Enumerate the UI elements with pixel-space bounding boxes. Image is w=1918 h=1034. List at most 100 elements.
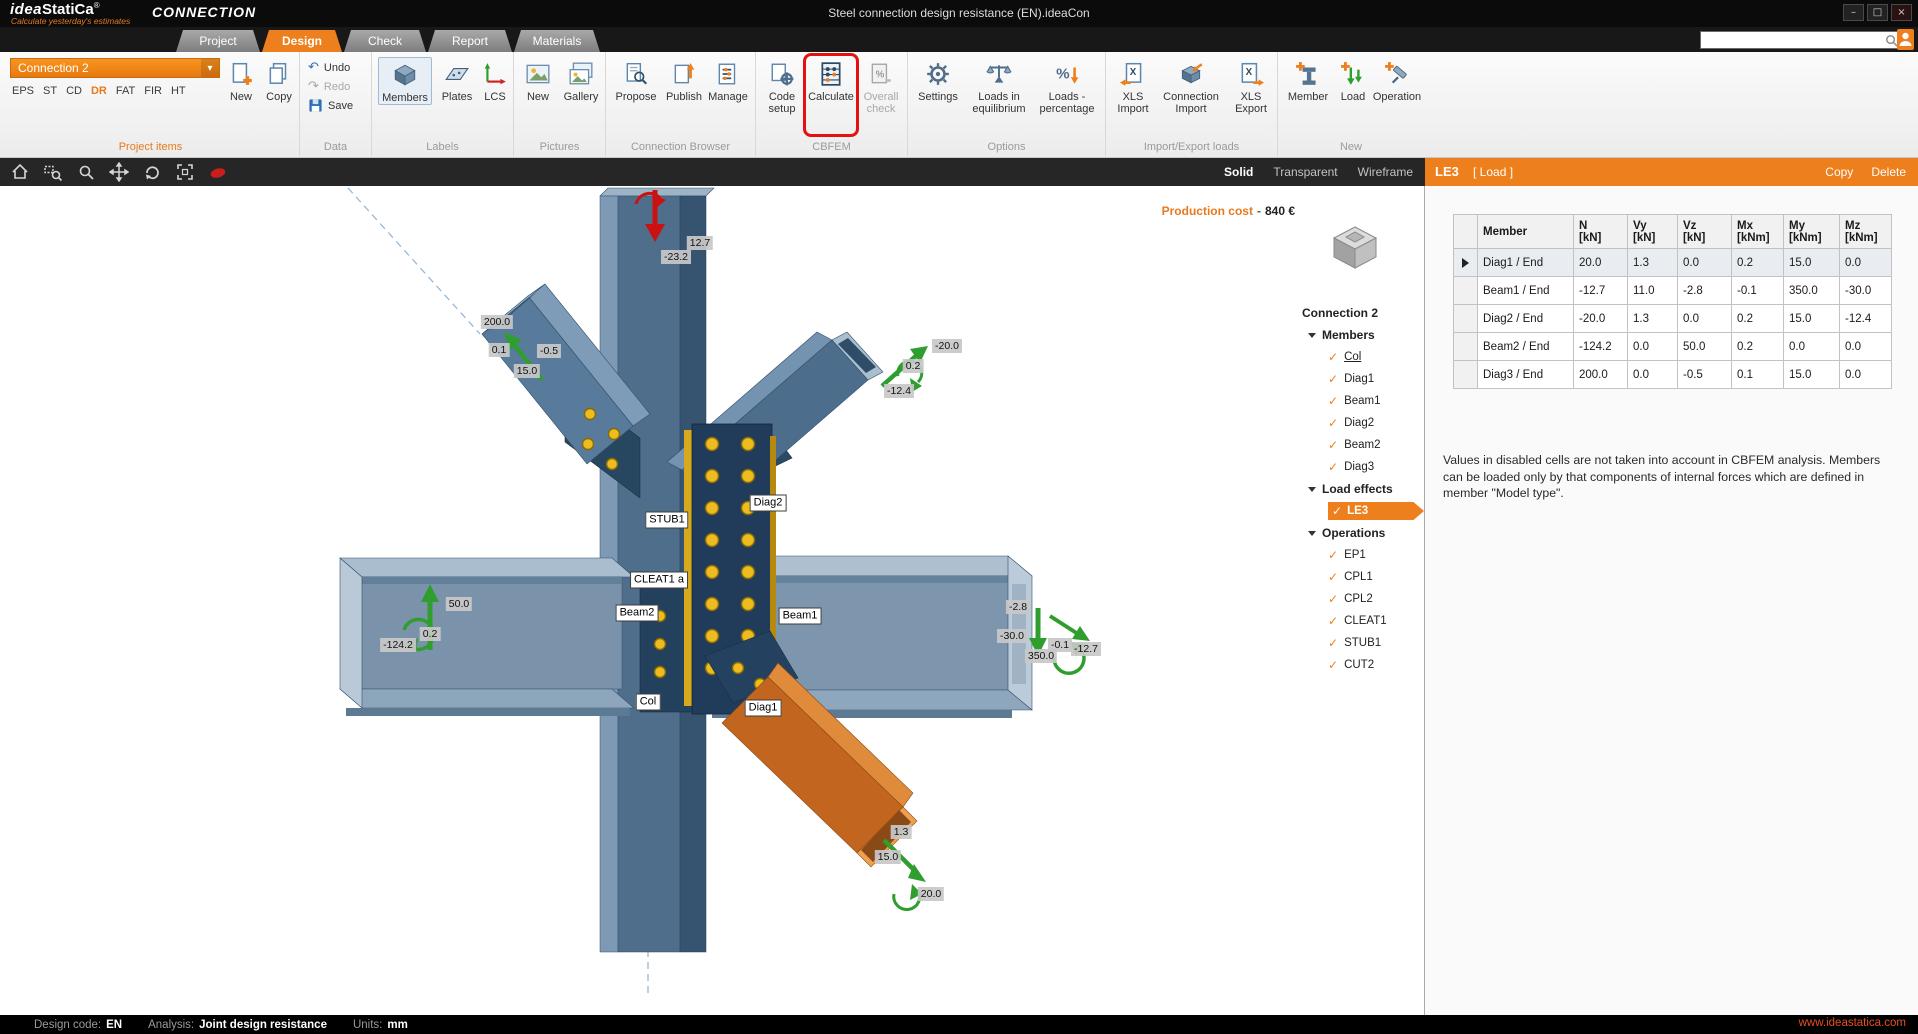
cell-member[interactable]: Diag1 / End bbox=[1478, 249, 1574, 277]
cell-mx[interactable]: 0.1 bbox=[1732, 361, 1784, 389]
manage-button[interactable]: Manage bbox=[706, 57, 750, 103]
cell-my[interactable]: 0.0 bbox=[1784, 333, 1840, 361]
new-load-button[interactable]: Load bbox=[1336, 57, 1370, 103]
tree-header-load-effects[interactable]: Load effects bbox=[1286, 478, 1425, 500]
zoom-window-icon[interactable] bbox=[43, 162, 63, 182]
check-icon[interactable]: ✓ bbox=[1328, 438, 1338, 452]
code-cd[interactable]: CD bbox=[66, 85, 82, 97]
table-row-diag1[interactable]: Diag1 / End 20.0 1.3 0.0 0.2 15.0 0.0 bbox=[1454, 249, 1892, 277]
connection-import-button[interactable]: Connection Import bbox=[1158, 57, 1224, 115]
render-mode-solid[interactable]: Solid bbox=[1224, 165, 1253, 179]
cell-n[interactable]: -12.7 bbox=[1574, 277, 1628, 305]
orientation-cube-icon[interactable] bbox=[1322, 220, 1388, 272]
annotate-tool-icon[interactable] bbox=[208, 162, 228, 182]
tree-item-col[interactable]: ✓Col bbox=[1286, 346, 1425, 368]
redo-button[interactable]: ↷ Redo bbox=[308, 78, 350, 95]
cell-member[interactable]: Beam2 / End bbox=[1478, 333, 1574, 361]
cell-n[interactable]: -20.0 bbox=[1574, 305, 1628, 333]
table-row-beam2[interactable]: Beam2 / End -124.2 0.0 50.0 0.2 0.0 0.0 bbox=[1454, 333, 1892, 361]
tree-item-stub1[interactable]: ✓STUB1 bbox=[1286, 632, 1425, 654]
xls-import-button[interactable]: X XLS Import bbox=[1110, 57, 1156, 115]
render-mode-wireframe[interactable]: Wireframe bbox=[1358, 165, 1413, 179]
cell-vy[interactable]: 1.3 bbox=[1628, 305, 1678, 333]
zoom-fit-icon[interactable] bbox=[175, 162, 195, 182]
code-fat[interactable]: FAT bbox=[116, 85, 135, 97]
tree-item-beam2[interactable]: ✓Beam2 bbox=[1286, 434, 1425, 456]
gallery-button[interactable]: Gallery bbox=[560, 57, 602, 103]
row-selector[interactable] bbox=[1454, 277, 1478, 305]
tree-header-members[interactable]: Members bbox=[1286, 324, 1425, 346]
tab-materials[interactable]: Materials bbox=[514, 30, 600, 52]
tree-root-connection[interactable]: Connection 2 bbox=[1286, 302, 1425, 324]
search-input[interactable] bbox=[1701, 34, 1884, 46]
row-selector[interactable] bbox=[1454, 305, 1478, 333]
cell-vz[interactable]: -0.5 bbox=[1678, 361, 1732, 389]
row-selector[interactable] bbox=[1454, 249, 1478, 277]
3d-viewport[interactable]: 12.7 -23.2 200.0 0.1 -0.5 15.0 -20.0 0.2… bbox=[0, 186, 1425, 1015]
publish-button[interactable]: Publish bbox=[662, 57, 706, 103]
new-operation-button[interactable]: Operation bbox=[1372, 57, 1422, 103]
cell-mz[interactable]: 0.0 bbox=[1840, 249, 1892, 277]
le3-selected-banner[interactable]: ✓LE3 bbox=[1328, 502, 1424, 520]
check-icon[interactable]: ✓ bbox=[1328, 350, 1338, 364]
cell-mx[interactable]: 0.2 bbox=[1732, 249, 1784, 277]
row-selector[interactable] bbox=[1454, 361, 1478, 389]
lcs-toggle[interactable]: LCS bbox=[480, 57, 510, 103]
settings-button[interactable]: Settings bbox=[914, 57, 962, 103]
cell-member[interactable]: Diag2 / End bbox=[1478, 305, 1574, 333]
expander-icon[interactable] bbox=[1308, 487, 1316, 492]
code-dr[interactable]: DR bbox=[91, 85, 107, 97]
pan-icon[interactable] bbox=[109, 162, 129, 182]
code-eps[interactable]: EPS bbox=[12, 85, 34, 97]
cell-vz[interactable]: 50.0 bbox=[1678, 333, 1732, 361]
tree-item-diag2[interactable]: ✓Diag2 bbox=[1286, 412, 1425, 434]
tree-item-cleat1[interactable]: ✓CLEAT1 bbox=[1286, 610, 1425, 632]
tab-design[interactable]: Design bbox=[262, 30, 342, 52]
tree-header-operations[interactable]: Operations bbox=[1286, 522, 1425, 544]
new-item-button[interactable]: New bbox=[224, 57, 258, 103]
cell-mx[interactable]: 0.2 bbox=[1732, 333, 1784, 361]
tree-item-diag1[interactable]: ✓Diag1 bbox=[1286, 368, 1425, 390]
members-labels-toggle[interactable]: Members bbox=[378, 57, 432, 105]
tree-item-cpl1[interactable]: ✓CPL1 bbox=[1286, 566, 1425, 588]
check-icon[interactable]: ✓ bbox=[1328, 372, 1338, 386]
tab-report[interactable]: Report bbox=[428, 30, 512, 52]
plates-labels-toggle[interactable]: Plates bbox=[436, 57, 478, 103]
expander-icon[interactable] bbox=[1308, 531, 1316, 536]
copy-item-button[interactable]: Copy bbox=[262, 57, 296, 103]
new-member-button[interactable]: Member bbox=[1284, 57, 1332, 103]
copy-load-button[interactable]: Copy bbox=[1825, 165, 1853, 179]
check-icon[interactable]: ✓ bbox=[1328, 570, 1338, 584]
overall-check-button[interactable]: % Overall check bbox=[858, 57, 904, 115]
cell-vz[interactable]: 0.0 bbox=[1678, 249, 1732, 277]
check-icon[interactable]: ✓ bbox=[1328, 592, 1338, 606]
propose-button[interactable]: Propose bbox=[612, 57, 660, 103]
minimize-button[interactable]: – bbox=[1843, 4, 1864, 21]
close-button[interactable]: × bbox=[1891, 4, 1912, 21]
check-icon[interactable]: ✓ bbox=[1328, 636, 1338, 650]
expander-icon[interactable] bbox=[1308, 333, 1316, 338]
home-view-icon[interactable] bbox=[10, 162, 30, 182]
save-button[interactable]: Save bbox=[308, 97, 353, 114]
undo-button[interactable]: ↶ Undo bbox=[308, 59, 350, 76]
loads-in-equilibrium-button[interactable]: Loads in equilibrium bbox=[966, 57, 1032, 115]
rotate-view-icon[interactable] bbox=[142, 162, 162, 182]
loads-percentage-button[interactable]: % Loads - percentage bbox=[1034, 57, 1100, 115]
picture-new-button[interactable]: New bbox=[520, 57, 556, 103]
check-icon[interactable]: ✓ bbox=[1328, 416, 1338, 430]
cell-n[interactable]: -124.2 bbox=[1574, 333, 1628, 361]
check-icon[interactable]: ✓ bbox=[1328, 548, 1338, 562]
tree-item-beam1[interactable]: ✓Beam1 bbox=[1286, 390, 1425, 412]
cell-mz[interactable]: -30.0 bbox=[1840, 277, 1892, 305]
cell-vy[interactable]: 1.3 bbox=[1628, 249, 1678, 277]
cell-n[interactable]: 200.0 bbox=[1574, 361, 1628, 389]
cell-mx[interactable]: -0.1 bbox=[1732, 277, 1784, 305]
cell-n[interactable]: 20.0 bbox=[1574, 249, 1628, 277]
cell-my[interactable]: 15.0 bbox=[1784, 249, 1840, 277]
cell-mz[interactable]: 0.0 bbox=[1840, 361, 1892, 389]
tree-item-cut2[interactable]: ✓CUT2 bbox=[1286, 654, 1425, 676]
render-mode-transparent[interactable]: Transparent bbox=[1273, 165, 1337, 179]
connection-3d-model[interactable] bbox=[0, 186, 1425, 1015]
cell-member[interactable]: Beam1 / End bbox=[1478, 277, 1574, 305]
cell-vy[interactable]: 0.0 bbox=[1628, 361, 1678, 389]
